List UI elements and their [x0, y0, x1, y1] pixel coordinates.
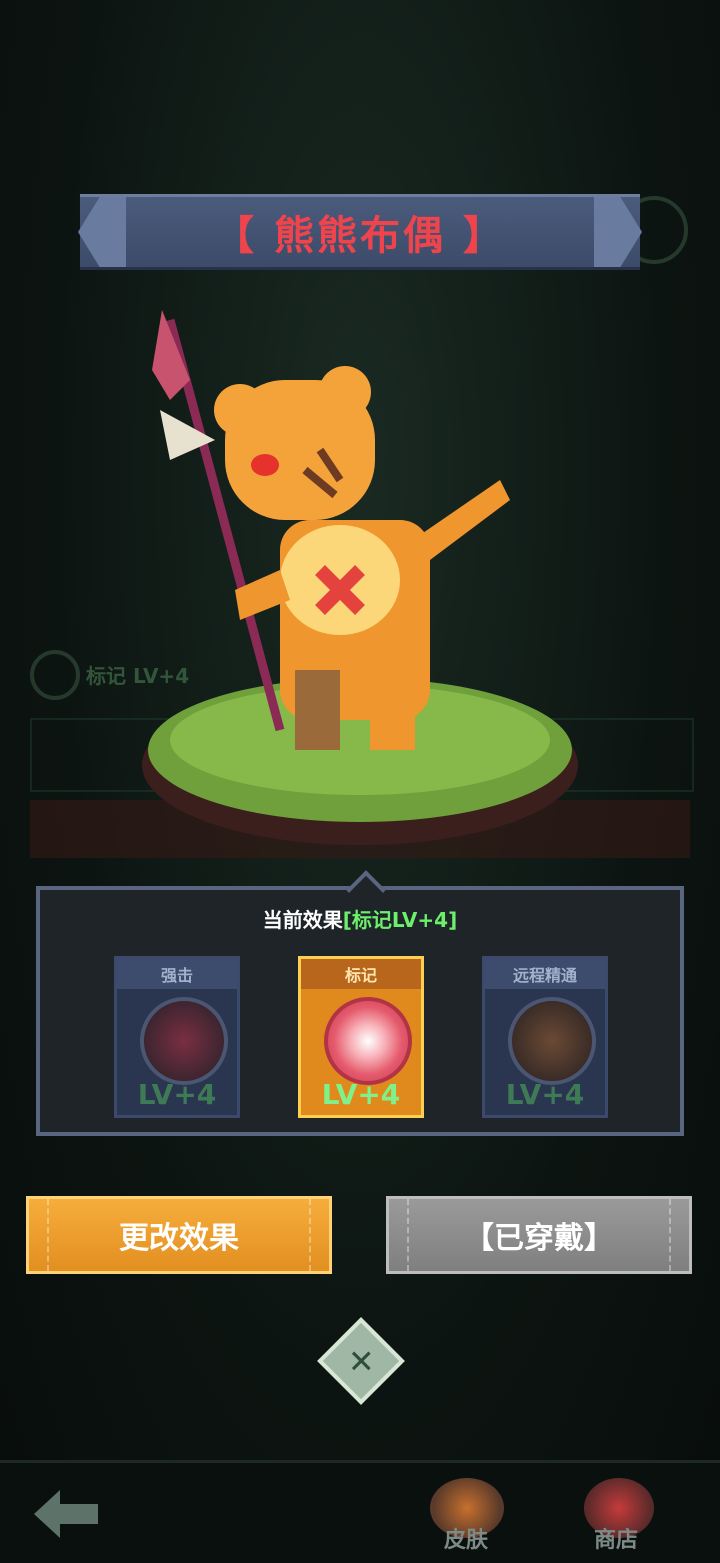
- effect-card-label: 强击: [117, 959, 237, 989]
- button-edge-ornament: [389, 1199, 409, 1271]
- button-edge-ornament: [309, 1199, 329, 1271]
- nav-skins-label[interactable]: 皮肤: [444, 1522, 488, 1554]
- button-edge-ornament: [29, 1199, 49, 1271]
- banner-right-ornament: [594, 197, 642, 267]
- effect-card-label: 远程精通: [485, 959, 605, 989]
- title-banner: 【 熊熊布偶 】: [78, 194, 642, 270]
- effect-card-level: LV+4: [321, 1078, 401, 1111]
- change-effect-button[interactable]: 更改效果: [26, 1196, 332, 1274]
- change-effect-label: 更改效果: [119, 1221, 239, 1256]
- worn-status-button[interactable]: 【已穿戴】: [386, 1196, 692, 1274]
- current-effect-label: 当前效果: [262, 908, 343, 932]
- bear-ear-right: [319, 366, 371, 418]
- button-edge-ornament: [669, 1199, 689, 1271]
- teddy-bear-character: [142, 310, 578, 845]
- effect-panel: 当前效果[标记LV+4] 强击 LV+4 标记 LV+4 远程精通 LV+4: [36, 870, 684, 1136]
- bear-ear-left: [214, 384, 266, 436]
- background-skill-icon: [30, 650, 80, 700]
- skin-title: 【 熊熊布偶 】: [214, 213, 506, 259]
- worn-status-label: 【已穿戴】: [464, 1221, 614, 1256]
- back-arrow-icon[interactable]: [30, 1486, 102, 1542]
- nav-shop-label[interactable]: 商店: [594, 1522, 638, 1554]
- strike-icon: [140, 997, 228, 1085]
- effect-card-mark[interactable]: 标记 LV+4: [298, 956, 424, 1118]
- banner-left-ornament: [78, 197, 126, 267]
- effect-card-level: LV+4: [137, 1078, 217, 1111]
- effect-card-label: 标记: [301, 959, 421, 989]
- eye-target-icon: [324, 997, 412, 1085]
- ranged-mastery-icon: [508, 997, 596, 1085]
- bear-eye: [251, 454, 279, 476]
- close-icon: ✕: [347, 1342, 375, 1380]
- current-effect-header: 当前效果[标记LV+4]: [40, 904, 680, 933]
- bear-arm-right: [420, 480, 510, 560]
- bear-leg-left: [295, 670, 340, 750]
- bear-leg-right: [370, 670, 415, 750]
- current-effect-value: [标记LV+4]: [342, 908, 458, 932]
- effect-card-ranged-mastery[interactable]: 远程精通 LV+4: [482, 956, 608, 1118]
- bear-belly: [280, 525, 400, 635]
- effect-card-level: LV+4: [505, 1078, 585, 1111]
- effect-card-strike[interactable]: 强击 LV+4: [114, 956, 240, 1118]
